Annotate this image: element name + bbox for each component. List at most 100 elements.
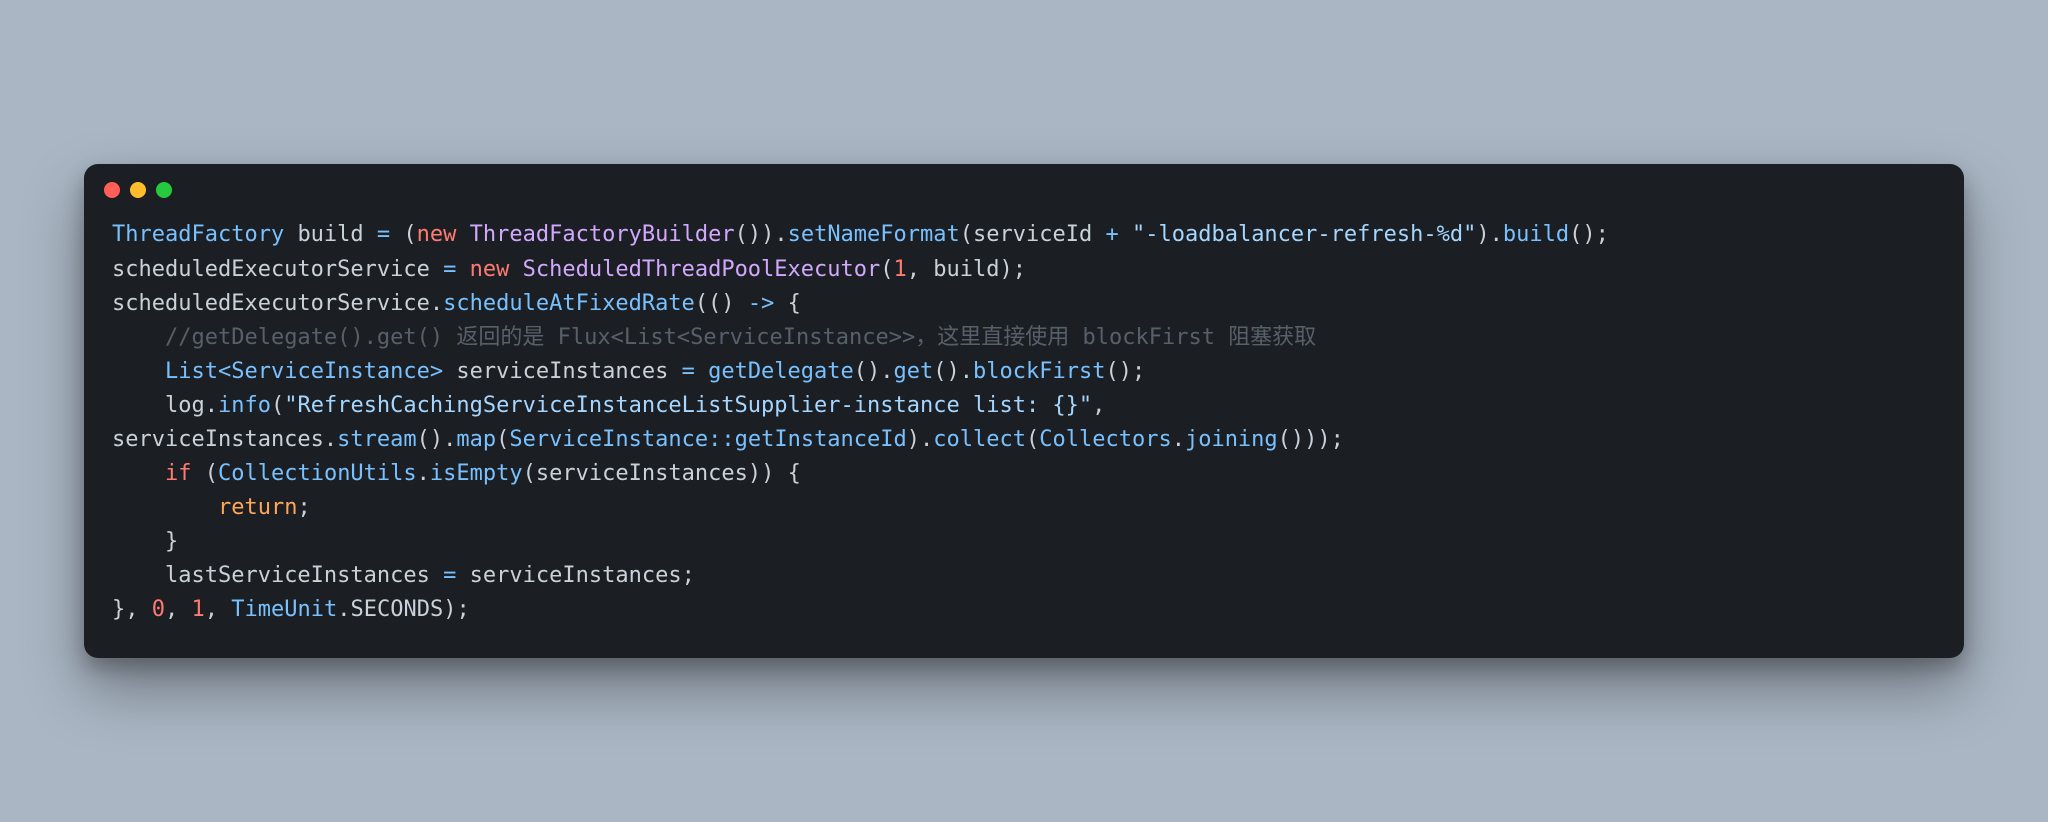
code-token: :: — [708, 427, 735, 452]
code-token: "RefreshCachingServiceInstanceListSuppli… — [284, 393, 1092, 418]
code-token: . — [880, 359, 893, 384]
traffic-light-zoom-icon[interactable] — [156, 182, 172, 198]
code-token: . — [774, 222, 787, 247]
code-window: ThreadFactory build = (new ThreadFactory… — [84, 164, 1964, 657]
code-token: ; — [1013, 257, 1026, 282]
code-token: ; — [1331, 427, 1344, 452]
code-token — [1105, 393, 1118, 418]
code-token: ) — [761, 222, 774, 247]
code-token — [1092, 222, 1105, 247]
code-token: , — [907, 257, 920, 282]
code-token — [390, 222, 403, 247]
code-token: . — [337, 597, 350, 622]
code-token: new — [470, 257, 510, 282]
code-token: . — [205, 393, 218, 418]
code-token: map — [456, 427, 496, 452]
code-token: , — [1092, 393, 1105, 418]
code-token: ) — [1317, 427, 1330, 452]
code-token: . — [960, 359, 973, 384]
code-token: ( — [271, 393, 284, 418]
code-token: log — [165, 393, 205, 418]
code-token: new — [417, 222, 457, 247]
code-token: getDelegate — [708, 359, 854, 384]
code-token: ( — [880, 257, 893, 282]
code-token: serviceInstances — [112, 427, 324, 452]
code-token: ; — [456, 597, 469, 622]
code-token: } — [165, 529, 178, 554]
code-token — [735, 291, 748, 316]
code-token: ) — [907, 427, 920, 452]
code-token: ServiceInstance — [231, 359, 430, 384]
code-token: ; — [1596, 222, 1609, 247]
code-token: get — [894, 359, 934, 384]
code-token: joining — [1185, 427, 1278, 452]
code-token: = — [377, 222, 390, 247]
code-token: () — [417, 427, 444, 452]
code-token: () — [933, 359, 960, 384]
code-token — [112, 359, 165, 384]
code-token — [1119, 222, 1132, 247]
code-token: ; — [1132, 359, 1145, 384]
code-token: 1 — [192, 597, 205, 622]
code-token: stream — [337, 427, 416, 452]
code-token: ) — [1304, 427, 1317, 452]
code-token: ; — [682, 563, 695, 588]
code-token: { — [788, 291, 801, 316]
code-token: build — [297, 222, 363, 247]
code-token — [139, 597, 152, 622]
code-token: ) — [748, 461, 761, 486]
code-token — [695, 359, 708, 384]
code-token — [178, 597, 191, 622]
code-token — [112, 325, 165, 350]
code-token: () — [854, 359, 881, 384]
code-token: + — [1105, 222, 1118, 247]
code-token: 0 — [152, 597, 165, 622]
code-token: . — [324, 427, 337, 452]
window-titlebar — [84, 164, 1964, 208]
code-token: ( — [523, 461, 536, 486]
code-token: = — [443, 563, 456, 588]
code-token: -> — [748, 291, 775, 316]
code-token: ; — [297, 495, 310, 520]
code-token: = — [443, 257, 456, 282]
code-token — [456, 222, 469, 247]
code-token — [920, 257, 933, 282]
code-token — [456, 563, 469, 588]
code-token: info — [218, 393, 271, 418]
code-token: ThreadFactoryBuilder — [470, 222, 735, 247]
code-token: ( — [205, 461, 218, 486]
code-token: } — [112, 597, 125, 622]
code-token: ThreadFactory — [112, 222, 284, 247]
traffic-light-minimize-icon[interactable] — [130, 182, 146, 198]
code-token — [443, 359, 456, 384]
code-token: serviceId — [973, 222, 1092, 247]
code-token: TimeUnit — [231, 597, 337, 622]
code-token: blockFirst — [973, 359, 1105, 384]
code-token: return — [218, 495, 297, 520]
code-token: CollectionUtils — [218, 461, 417, 486]
code-token — [112, 393, 165, 418]
code-token — [112, 529, 165, 554]
code-token: ScheduledThreadPoolExecutor — [523, 257, 881, 282]
code-token: ( — [403, 222, 416, 247]
code-token: scheduleAtFixedRate — [443, 291, 695, 316]
code-token: ServiceInstance — [509, 427, 708, 452]
code-token: ) — [1000, 257, 1013, 282]
code-token: , — [165, 597, 178, 622]
code-token: . — [1172, 427, 1185, 452]
code-token — [364, 222, 377, 247]
code-token: if — [165, 461, 192, 486]
code-token: () — [1569, 222, 1596, 247]
code-token: (() — [695, 291, 735, 316]
code-token — [112, 495, 218, 520]
traffic-light-close-icon[interactable] — [104, 182, 120, 198]
code-token: setNameFormat — [788, 222, 960, 247]
code-token — [430, 257, 443, 282]
code-token: . — [920, 427, 933, 452]
code-token: 1 — [894, 257, 907, 282]
code-token: ( — [960, 222, 973, 247]
code-token: lastServiceInstances — [165, 563, 430, 588]
code-token — [112, 461, 165, 486]
code-block: ThreadFactory build = (new ThreadFactory… — [84, 208, 1964, 657]
code-token: () — [735, 222, 762, 247]
